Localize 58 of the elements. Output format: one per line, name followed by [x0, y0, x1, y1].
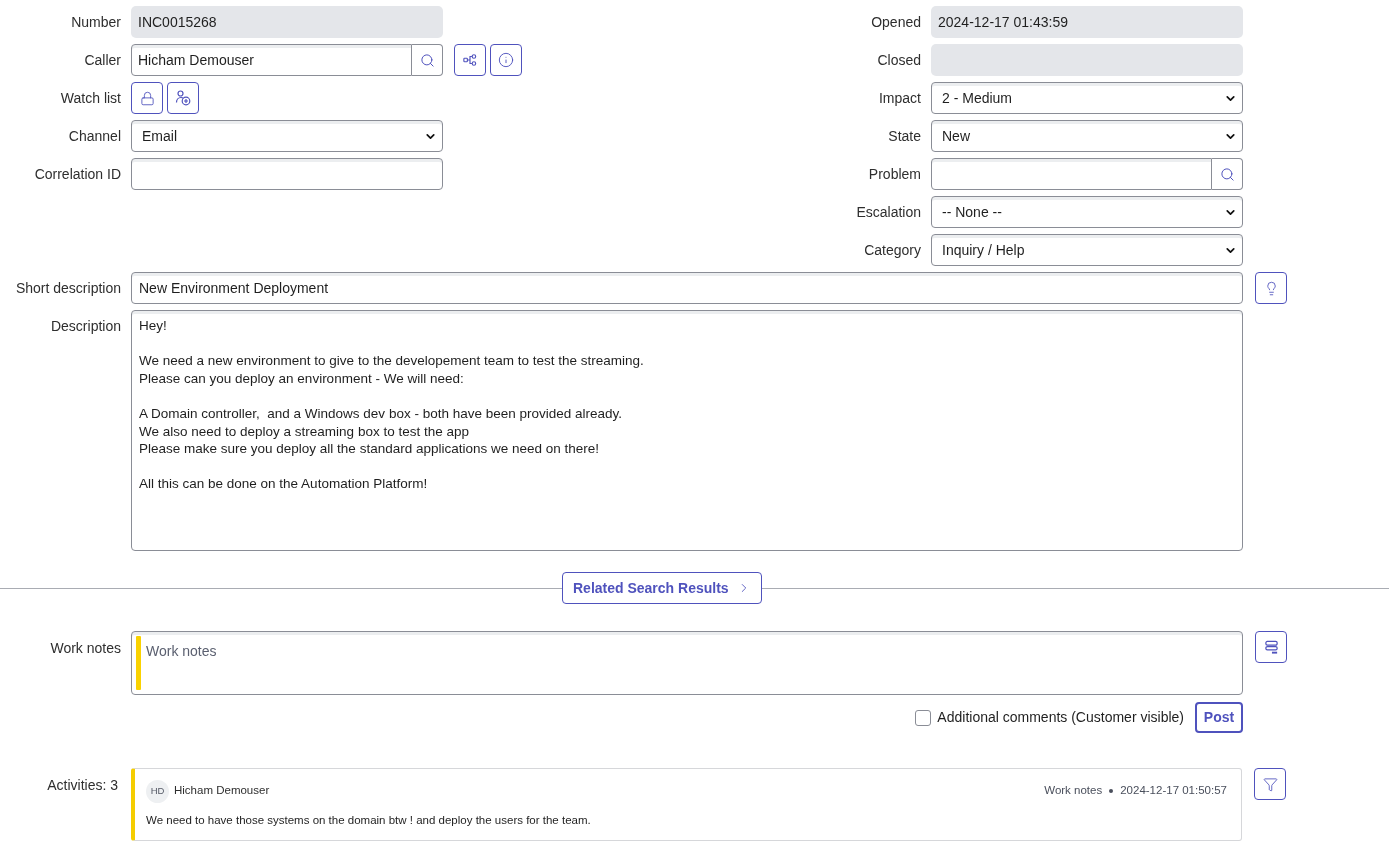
field-label: Closed	[877, 50, 921, 70]
search-button[interactable]	[1212, 158, 1243, 190]
stacked-bars-icon	[1263, 639, 1279, 655]
field-label: Correlation ID	[34, 164, 121, 184]
short-description-field[interactable]: New Environment Deployment	[131, 272, 1243, 304]
user-add-icon	[175, 90, 191, 106]
field-label: Caller	[84, 50, 121, 70]
node-tree-icon	[463, 53, 477, 67]
work-notes-field[interactable]: Work notes	[131, 631, 1243, 695]
field-label: Impact	[879, 88, 921, 108]
user-avatar: HD	[146, 779, 169, 803]
add-user-button[interactable]	[167, 82, 199, 114]
field-label: Escalation	[856, 202, 921, 222]
field-label: Watch list	[60, 88, 121, 108]
filter-button[interactable]	[1254, 768, 1286, 800]
reference-input[interactable]	[931, 158, 1212, 190]
hierarchy-button[interactable]	[454, 44, 486, 76]
field-label: Category	[864, 240, 921, 260]
search-icon	[420, 52, 435, 68]
field-label: Description	[50, 316, 121, 336]
readonly-field: INC0015268	[131, 6, 443, 38]
search-button[interactable]	[412, 44, 443, 76]
select-field[interactable]: Email	[131, 120, 443, 152]
field-label: Work notes	[50, 638, 121, 658]
checkbox[interactable]	[915, 709, 932, 726]
bullet-icon	[1109, 789, 1114, 793]
select-field[interactable]: 2 - Medium	[931, 82, 1243, 114]
post-button[interactable]: Post	[1195, 702, 1243, 733]
select-field[interactable]: New	[931, 120, 1243, 152]
indicator-bar	[136, 636, 141, 690]
info-icon	[498, 52, 514, 68]
field-label: Channel	[68, 126, 121, 146]
select-field[interactable]: Inquiry / Help	[931, 234, 1243, 266]
field-label: Short description	[15, 278, 121, 298]
search-icon	[1220, 166, 1235, 182]
activity-message: We need to have those systems on the domain btw ! and deploy the users for the team.	[146, 813, 592, 828]
description-field[interactable]: Hey! We need a new environment to give to the developement team to test the streaming. Please can you deploy an environment - We will need: A Domain controller, and a Windows dev box - both have been provided already. We also need to deploy a streaming box to test the app Please make sure you deploy all the standard applications we need on there! All this can be done on the Automation Platform!	[131, 310, 1243, 551]
template-button[interactable]	[1255, 631, 1287, 663]
suggestion-button[interactable]	[1255, 272, 1287, 304]
select-field[interactable]: -- None --	[931, 196, 1243, 228]
field-label: State	[888, 126, 921, 146]
checkbox-label: Additional comments (Customer visible)	[937, 708, 1184, 727]
placeholder-text: Work notes	[146, 642, 217, 661]
activity-time: 2024-12-17 01:50:57	[1120, 783, 1227, 799]
filter-icon	[1262, 776, 1278, 792]
field-label: Opened	[871, 12, 921, 32]
related-search-button[interactable]: Related Search Results	[562, 572, 762, 604]
lock-button[interactable]	[131, 82, 163, 114]
text-field[interactable]	[131, 158, 443, 190]
readonly-field: 2024-12-17 01:43:59	[931, 6, 1243, 38]
field-label: Number	[71, 12, 121, 32]
activity-type: Work notes	[1044, 783, 1103, 799]
field-label: Problem	[868, 164, 921, 184]
field-label: Activities: 3	[47, 775, 118, 795]
info-button[interactable]	[490, 44, 522, 76]
caller-input[interactable]: Hicham Demouser	[131, 44, 412, 76]
activity-author: Hicham Demouser	[174, 783, 270, 799]
lock-icon	[139, 90, 155, 106]
